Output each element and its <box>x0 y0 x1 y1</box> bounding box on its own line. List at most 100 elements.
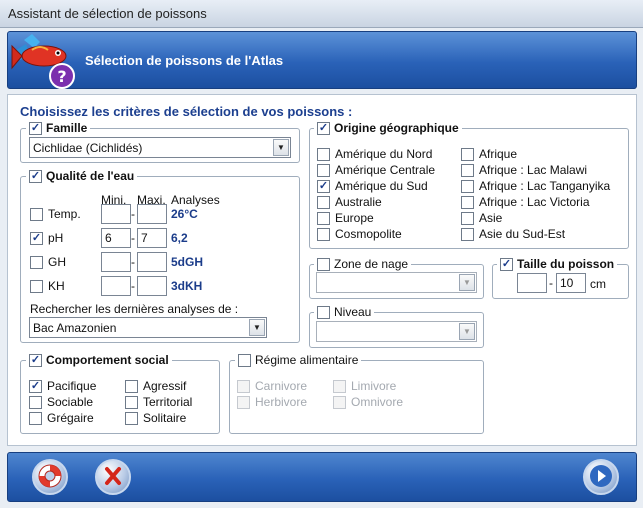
eau-temp-checkbox[interactable] <box>30 207 43 221</box>
analyses-select[interactable]: Bac Amazonien ▼ <box>29 317 267 338</box>
comportement-option[interactable]: Agressif <box>125 379 186 393</box>
origine-option[interactable]: ✓ Amérique du Sud <box>317 179 428 193</box>
comportement-option[interactable]: Solitaire <box>125 411 186 425</box>
range-dash: - <box>131 231 135 245</box>
origine-option-label: Amérique Centrale <box>335 163 436 177</box>
regime-option[interactable]: Omnivore <box>333 395 403 409</box>
zone-select[interactable]: ▼ <box>316 272 477 293</box>
fish-help-logo-icon: ? <box>10 30 76 92</box>
gh-min-input[interactable] <box>101 252 131 272</box>
comportement-option[interactable]: ✓ Pacifique <box>29 379 96 393</box>
origine-option[interactable]: Afrique : Lac Tanganyika <box>461 179 610 193</box>
chevron-down-icon[interactable]: ▼ <box>459 274 475 291</box>
eau-ph-checkbox[interactable]: ✓ <box>30 231 43 245</box>
ph-min-input[interactable]: 6 <box>101 228 131 248</box>
origine-option[interactable]: Afrique : Lac Victoria <box>461 195 590 209</box>
eau-checkbox[interactable]: ✓ <box>29 169 42 183</box>
range-dash: - <box>549 276 553 290</box>
cancel-button[interactable] <box>95 459 131 495</box>
chevron-down-icon[interactable]: ▼ <box>273 139 289 156</box>
eau-gh-item[interactable]: GH <box>30 255 66 269</box>
origine-option[interactable]: Afrique : Lac Malawi <box>461 163 587 177</box>
origine-option[interactable]: Amérique du Nord <box>317 147 432 161</box>
regime-checkbox[interactable] <box>238 353 251 367</box>
zone-checkbox[interactable] <box>317 257 330 271</box>
famille-checkbox[interactable]: ✓ <box>29 121 42 135</box>
next-button[interactable] <box>583 459 619 495</box>
origine-option-checkbox[interactable] <box>317 211 330 225</box>
eau-kh-checkbox[interactable] <box>30 279 43 293</box>
comportement-checkbox[interactable]: ✓ <box>29 353 42 367</box>
comportement-option-checkbox[interactable] <box>29 395 42 409</box>
niveau-checkbox[interactable] <box>317 305 330 319</box>
origine-option-label: Afrique : Lac Tanganyika <box>479 179 611 193</box>
kh-max-input[interactable] <box>137 276 167 296</box>
origine-option-label: Afrique : Lac Victoria <box>479 195 590 209</box>
comportement-option-checkbox[interactable] <box>125 379 138 393</box>
comportement-option[interactable]: Territorial <box>125 395 192 409</box>
origine-option[interactable]: Cosmopolite <box>317 227 402 241</box>
eau-kh-item[interactable]: KH <box>30 279 65 293</box>
eau-label: Qualité de l'eau <box>46 169 135 183</box>
niveau-select[interactable]: ▼ <box>316 321 477 342</box>
regime-option[interactable]: Limivore <box>333 379 396 393</box>
eau-temp-item[interactable]: Temp. <box>30 207 81 221</box>
regime-option-checkbox[interactable] <box>333 395 346 409</box>
taille-max-input[interactable]: 10 <box>556 273 586 293</box>
regime-option[interactable]: Carnivore <box>237 379 307 393</box>
origine-option-checkbox[interactable] <box>317 195 330 209</box>
niveau-label: Niveau <box>334 305 372 319</box>
eau-gh-checkbox[interactable] <box>30 255 43 269</box>
famille-select[interactable]: Cichlidae (Cichlidés) ▼ <box>29 137 291 158</box>
range-dash: - <box>131 207 135 221</box>
arrow-right-icon <box>589 464 613 491</box>
comportement-option-checkbox[interactable] <box>125 395 138 409</box>
gh-analysis-value: 5dGH <box>171 255 204 269</box>
eau-ph-item[interactable]: ✓ pH <box>30 231 63 245</box>
origine-option-checkbox[interactable] <box>461 211 474 225</box>
help-button[interactable] <box>32 459 68 495</box>
origine-option[interactable]: Europe <box>317 211 374 225</box>
origine-option-checkbox[interactable] <box>317 227 330 241</box>
origine-option[interactable]: Amérique Centrale <box>317 163 435 177</box>
origine-option-label: Amérique du Nord <box>335 147 433 161</box>
comportement-option-label: Territorial <box>143 395 193 409</box>
comportement-option-checkbox[interactable] <box>125 411 138 425</box>
origine-option[interactable]: Australie <box>317 195 382 209</box>
origine-option-checkbox[interactable] <box>317 147 330 161</box>
taille-min-input[interactable] <box>517 273 547 293</box>
origine-option-checkbox[interactable] <box>461 147 474 161</box>
origine-option[interactable]: Asie <box>461 211 502 225</box>
close-icon <box>102 465 124 490</box>
ph-max-input[interactable]: 7 <box>137 228 167 248</box>
taille-legend: ✓ Taille du poisson <box>497 257 618 271</box>
taille-checkbox[interactable]: ✓ <box>500 257 513 271</box>
lifebuoy-icon <box>37 463 63 492</box>
regime-option-checkbox[interactable] <box>237 379 250 393</box>
origine-option-checkbox[interactable]: ✓ <box>317 179 330 193</box>
regime-option-checkbox[interactable] <box>333 379 346 393</box>
regime-option[interactable]: Herbivore <box>237 395 307 409</box>
origine-option-checkbox[interactable] <box>461 179 474 193</box>
origine-option-checkbox[interactable] <box>317 163 330 177</box>
comportement-option-label: Pacifique <box>47 379 97 393</box>
comportement-option[interactable]: Sociable <box>29 395 93 409</box>
chevron-down-icon[interactable]: ▼ <box>459 323 475 340</box>
kh-min-input[interactable] <box>101 276 131 296</box>
origine-option-checkbox[interactable] <box>461 195 474 209</box>
temp-analysis-value: 26°C <box>171 207 198 221</box>
origine-checkbox[interactable]: ✓ <box>317 121 330 135</box>
taille-unit: cm <box>590 277 606 291</box>
gh-max-input[interactable] <box>137 252 167 272</box>
temp-min-input[interactable] <box>101 204 131 224</box>
temp-max-input[interactable] <box>137 204 167 224</box>
chevron-down-icon[interactable]: ▼ <box>249 319 265 336</box>
comportement-option-checkbox[interactable]: ✓ <box>29 379 42 393</box>
origine-option-checkbox[interactable] <box>461 227 474 241</box>
comportement-option-checkbox[interactable] <box>29 411 42 425</box>
origine-option[interactable]: Afrique <box>461 147 517 161</box>
comportement-option[interactable]: Grégaire <box>29 411 94 425</box>
origine-option[interactable]: Asie du Sud-Est <box>461 227 565 241</box>
origine-option-checkbox[interactable] <box>461 163 474 177</box>
regime-option-checkbox[interactable] <box>237 395 250 409</box>
